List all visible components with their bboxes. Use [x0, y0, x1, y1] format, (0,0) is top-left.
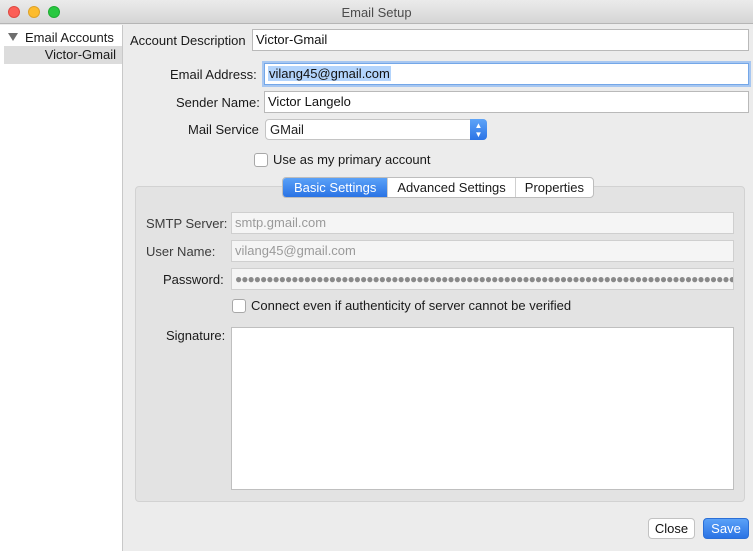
mail-service-select[interactable]: GMail ▲ ▼: [265, 119, 487, 140]
password-field[interactable]: ●●●●●●●●●●●●●●●●●●●●●●●●●●●●●●●●●●●●●●●●…: [231, 268, 734, 290]
primary-account-checkbox[interactable]: [254, 153, 268, 167]
sender-name-label: Sender Name:: [176, 95, 260, 110]
close-button[interactable]: Close: [648, 518, 695, 539]
mail-service-value: GMail: [270, 122, 304, 137]
accounts-sidebar: Email Accounts Victor-Gmail: [0, 25, 123, 551]
password-label: Password:: [163, 272, 224, 287]
email-setup-window: Email Setup Email Accounts Victor-Gmail …: [0, 0, 753, 551]
sender-name-field[interactable]: Victor Langelo: [264, 91, 749, 113]
smtp-server-label: SMTP Server:: [146, 216, 228, 231]
save-button[interactable]: Save: [703, 518, 749, 539]
signature-label: Signature:: [166, 328, 226, 343]
ignore-auth-label: Connect even if authenticity of server c…: [251, 298, 572, 313]
tab-advanced-settings[interactable]: Advanced Settings: [387, 178, 514, 197]
account-description-field[interactable]: Victor-Gmail: [252, 29, 749, 51]
email-address-field[interactable]: vilang45@gmail.com: [264, 63, 749, 85]
email-address-label: Email Address:: [170, 67, 257, 82]
tab-properties[interactable]: Properties: [514, 178, 593, 197]
accounts-root-label: Email Accounts: [25, 29, 114, 45]
ignore-auth-checkbox[interactable]: [232, 299, 246, 313]
mail-service-label: Mail Service: [188, 122, 259, 137]
account-item-victor-gmail[interactable]: Victor-Gmail: [4, 46, 122, 64]
signature-textarea[interactable]: [231, 327, 734, 490]
disclosure-triangle-icon[interactable]: [8, 33, 18, 41]
settings-tabs: Basic Settings Advanced Settings Propert…: [282, 177, 595, 198]
email-address-value: vilang45@gmail.com: [268, 66, 391, 81]
tab-basic-settings[interactable]: Basic Settings: [283, 178, 388, 197]
title-bar[interactable]: Email Setup: [0, 0, 753, 24]
user-name-field[interactable]: vilang45@gmail.com: [231, 240, 734, 262]
accounts-tree-root[interactable]: Email Accounts: [8, 28, 114, 46]
user-name-label: User Name:: [146, 244, 216, 259]
chevron-up-down-icon: ▲ ▼: [470, 119, 487, 140]
window-title: Email Setup: [341, 5, 412, 20]
account-description-label: Account Description: [130, 33, 246, 48]
smtp-server-field[interactable]: smtp.gmail.com: [231, 212, 734, 234]
primary-account-label: Use as my primary account: [273, 152, 431, 167]
